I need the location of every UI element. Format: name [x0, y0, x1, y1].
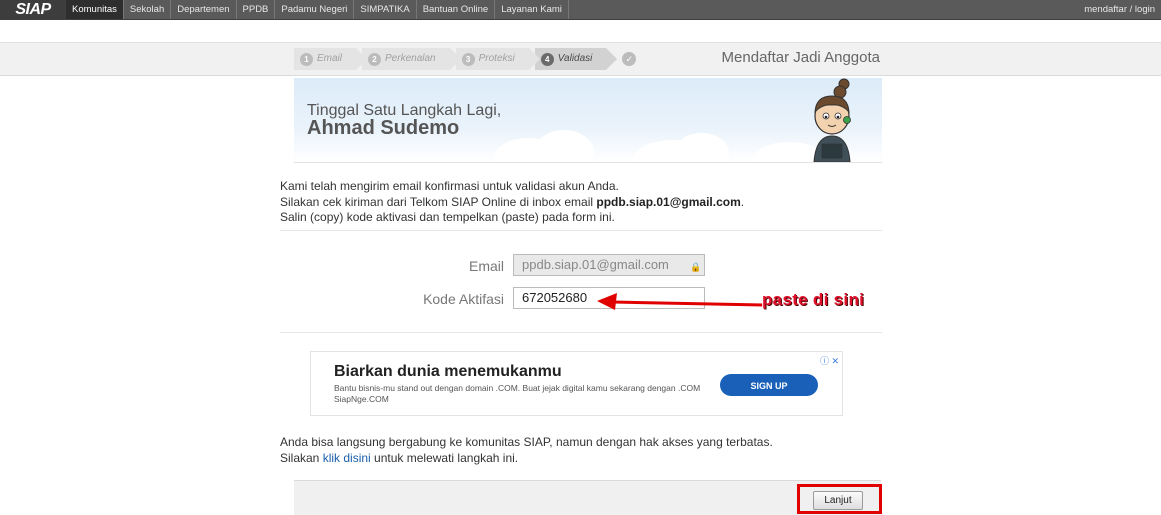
- nav-item-komunitas[interactable]: Komunitas: [66, 0, 124, 19]
- step-label: Proteksi: [478, 53, 515, 64]
- intro-line: Kami telah mengirim email konfirmasi unt…: [280, 179, 619, 193]
- arrow-annotation-icon: [597, 293, 764, 310]
- code-label: Kode Aktifasi: [423, 291, 504, 307]
- intro-text-post: .: [740, 194, 745, 209]
- nav-item-bantuan-online[interactable]: Bantuan Online: [417, 0, 496, 19]
- divider: [280, 230, 882, 231]
- hero-banner: Tinggal Satu Langkah Lagi, Ahmad Sudemo: [294, 78, 882, 163]
- ad-text: Bantu bisnis-mu stand out dengan domain …: [334, 383, 701, 404]
- mascot-icon: [813, 78, 851, 162]
- nav-item-sekolah[interactable]: Sekolah: [124, 0, 172, 19]
- outro-line: Anda bisa langsung bergabung ke komunita…: [280, 435, 773, 449]
- step-number: 1: [300, 52, 313, 66]
- step-label: Email: [317, 53, 343, 64]
- page-title: Mendaftar Jadi Anggota: [721, 49, 880, 66]
- step-perkenalan: 2 Perkenalan: [362, 48, 461, 70]
- form-footer: [294, 480, 881, 515]
- skip-link[interactable]: klik disini: [323, 451, 371, 465]
- step-label: Perkenalan: [385, 53, 436, 64]
- ad-signup-button[interactable]: SIGN UP: [720, 374, 818, 396]
- step-complete: ✓: [616, 48, 642, 70]
- outro-text: Anda bisa langsung bergabung ke komunita…: [280, 435, 880, 466]
- registered-email: ppdb.siap.01@gmail.com: [596, 194, 741, 209]
- highlight-box: [797, 484, 882, 514]
- intro-text-pre: Silakan cek kiriman dari Telkom SIAP Onl…: [280, 194, 597, 209]
- step-email: 1 Email: [294, 48, 368, 70]
- step-validasi: 4 Validasi: [534, 48, 617, 70]
- email-label: Email: [468, 258, 504, 274]
- paste-annotation: paste di sini: [762, 290, 865, 309]
- step-progress: 1 Email 2 Perkenalan 3 Proteksi 4 Valida…: [294, 48, 642, 70]
- step-bar: 1 Email 2 Perkenalan 3 Proteksi 4 Valida…: [0, 42, 1161, 76]
- login-link[interactable]: mendaftar / login: [1084, 0, 1155, 19]
- step-proteksi: 3 Proteksi: [455, 48, 540, 70]
- step-number: 2: [368, 52, 382, 66]
- nav-item-padamu-negeri[interactable]: Padamu Negeri: [275, 0, 355, 19]
- outro-text-pre: Silakan: [280, 450, 323, 465]
- siap-logo[interactable]: SIAP: [0, 0, 66, 19]
- cloud-decoration: [674, 133, 729, 162]
- step-label: Validasi: [557, 53, 593, 64]
- outro-text-post: untuk melewati langkah ini.: [370, 450, 519, 465]
- step-number: 4: [540, 52, 554, 66]
- intro-line: Salin (copy) kode aktivasi dan tempelkan…: [280, 210, 615, 224]
- user-name: Ahmad Sudemo: [307, 117, 460, 139]
- divider: [280, 332, 882, 333]
- lock-icon: 🔒: [690, 262, 702, 272]
- ad-close-icon[interactable]: ⓘ ✕: [820, 354, 839, 367]
- nav-item-ppdb[interactable]: PPDB: [237, 0, 276, 19]
- top-nav: SIAP Komunitas Sekolah Departemen PPDB P…: [0, 0, 1161, 20]
- intro-text: Kami telah mengirim email konfirmasi unt…: [280, 179, 880, 226]
- outro-line: Silakan klik disini untuk melewati langk…: [280, 451, 880, 467]
- nav-item-simpatika[interactable]: SIMPATIKA: [354, 0, 417, 19]
- nav-item-layanan-kami[interactable]: Layanan Kami: [495, 0, 569, 19]
- cloud-decoration: [534, 130, 594, 162]
- email-field[interactable]: [513, 254, 705, 276]
- nav-item-departemen[interactable]: Departemen: [171, 0, 237, 19]
- ad-title: Biarkan dunia menemukanmu: [334, 363, 562, 380]
- step-number: 3: [461, 52, 475, 66]
- nav-menu: Komunitas Sekolah Departemen PPDB Padamu…: [66, 0, 569, 19]
- ad-banner[interactable]: Biarkan dunia menemukanmu Bantu bisnis-m…: [310, 351, 843, 416]
- check-icon: ✓: [622, 52, 637, 66]
- intro-line: Silakan cek kiriman dari Telkom SIAP Onl…: [280, 195, 880, 211]
